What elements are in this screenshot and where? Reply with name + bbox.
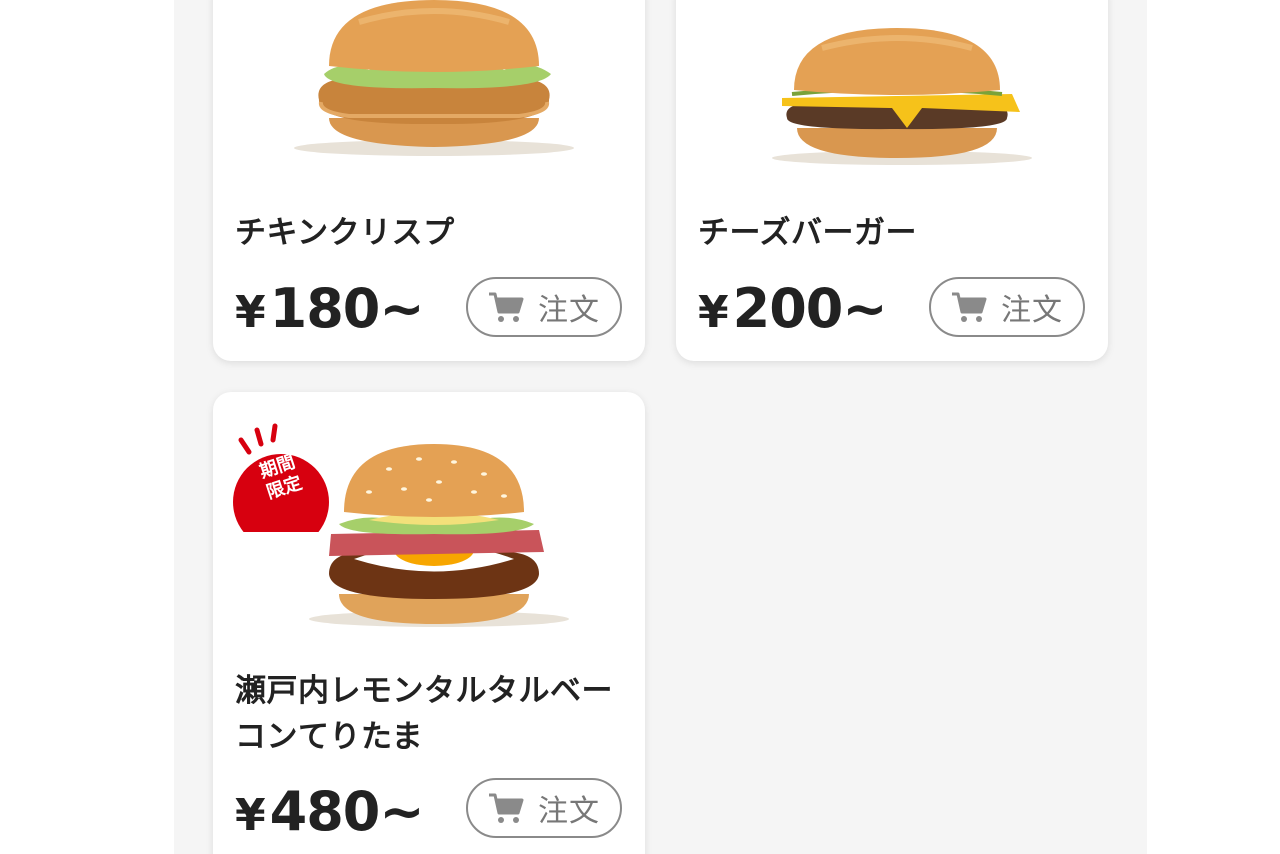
right-margin: [1147, 0, 1280, 854]
order-label: 注文: [1001, 293, 1063, 328]
menu-item-card[interactable]: チキンクリスプ ¥180~ 注文: [213, 0, 645, 361]
cart-icon: [489, 793, 524, 823]
order-label: 注文: [538, 293, 600, 328]
menu-list: チキンクリスプ ¥180~ 注文 チーズバーガー ¥200~ 注文 期間 限定 …: [174, 0, 1147, 854]
cart-icon: [952, 292, 987, 322]
order-button[interactable]: 注文: [466, 277, 622, 337]
teritama-image: [213, 434, 645, 634]
item-name: 瀬戸内レモンタルタルベーコンてりたま: [235, 673, 613, 755]
chicken-crisp-image: [213, 0, 645, 160]
left-margin: [0, 0, 174, 854]
item-price: ¥480~: [235, 780, 425, 843]
cart-icon: [489, 292, 524, 322]
menu-item-card[interactable]: 期間 限定 瀬戸内レモンタルタルベーコンてりたま ¥480~ 注文: [213, 392, 645, 854]
cheeseburger-image: [676, 28, 1108, 168]
order-button[interactable]: 注文: [466, 778, 622, 838]
menu-item-card[interactable]: チーズバーガー ¥200~ 注文: [676, 0, 1108, 361]
order-label: 注文: [538, 794, 600, 829]
item-price: ¥180~: [235, 277, 425, 340]
order-button[interactable]: 注文: [929, 277, 1085, 337]
item-name: チキンクリスプ: [235, 215, 455, 251]
item-price: ¥200~: [698, 277, 888, 340]
item-name: チーズバーガー: [698, 215, 917, 251]
